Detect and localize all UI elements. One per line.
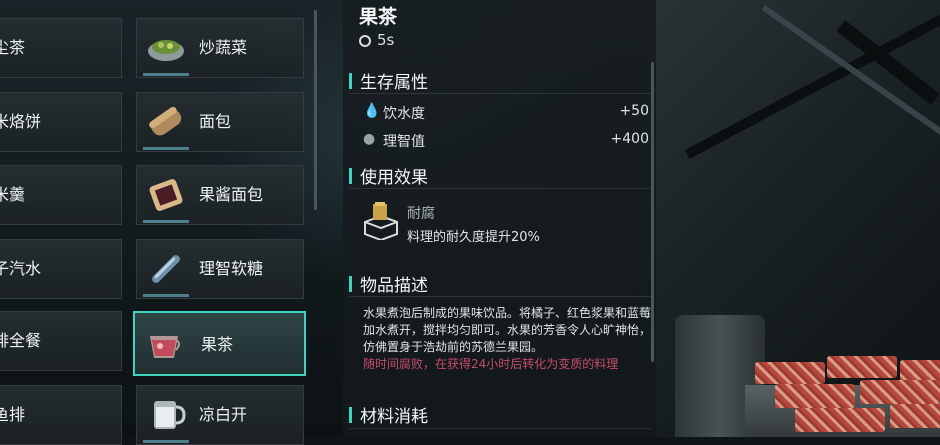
preserve-box-icon (361, 200, 401, 242)
scene-meat (827, 356, 897, 378)
recipe-grid: 星尘茶 玉米烙饼 玉米羹 橘子汽水 牛排全餐 煎鱼排 炒蔬菜 面包 果酱面包 (0, 0, 317, 445)
recipe-item[interactable]: 星尘茶 (0, 18, 122, 78)
section-effect: 使用效果 (349, 163, 428, 188)
recipe-item[interactable]: 果酱面包 (136, 165, 304, 225)
effect-description: 料理的耐久度提升20% (407, 230, 540, 245)
recipe-item-label: 面包 (199, 112, 232, 131)
recipe-item[interactable]: 理智软糖 (136, 239, 304, 299)
recipe-item-label: 凉白开 (199, 405, 248, 424)
recipe-item[interactable]: 橘子汽水 (0, 239, 122, 299)
recipe-item[interactable]: 炒蔬菜 (136, 18, 304, 78)
section-survival-title: 生存属性 (360, 73, 428, 93)
recipe-item-label: 果茶 (201, 335, 234, 354)
fruit-tea-icon (141, 321, 187, 367)
section-description-title: 物品描述 (360, 276, 428, 296)
kitchen-scene (655, 0, 940, 437)
divider (349, 428, 651, 429)
scene-meat (755, 362, 825, 384)
stir-fry-icon (143, 25, 189, 76)
section-materials: 材料消耗 (349, 402, 428, 427)
section-description: 物品描述 (349, 271, 428, 296)
grid-scrollbar[interactable] (314, 10, 317, 210)
section-materials-title: 材料消耗 (360, 407, 428, 427)
craft-time-value: 5s (377, 31, 395, 49)
jam-bread-icon (143, 172, 189, 223)
recipe-item[interactable]: 面包 (136, 92, 304, 152)
water-mug-icon (143, 392, 189, 443)
item-description: 水果煮泡后制成的果味饮品。将橘子、红色浆果和蓝莓加水煮开，搅拌均匀即可。水果的芳… (363, 306, 652, 354)
section-marker (349, 406, 352, 423)
spoil-warning: 随时间腐败，在获得24小时后转化为变质的料理 (363, 357, 619, 370)
recipe-item[interactable]: 牛排全餐 (0, 311, 122, 371)
scene-meat (890, 404, 940, 428)
scene-meat (775, 384, 855, 408)
recipe-item[interactable]: 煎鱼排 (0, 385, 122, 445)
stat-value: +400 (610, 131, 649, 147)
timer-icon (359, 35, 371, 47)
recipe-item-label: 煎鱼排 (0, 405, 26, 424)
section-marker (349, 167, 352, 184)
recipe-item[interactable]: 玉米烙饼 (0, 92, 122, 152)
section-survival: 生存属性 (349, 68, 428, 93)
recipe-item[interactable]: 玉米羹 (0, 165, 122, 225)
scene-meat (900, 360, 940, 382)
scene-meat (860, 380, 940, 404)
divider (349, 93, 651, 94)
bread-icon (143, 99, 189, 150)
item-detail-panel: 果茶 5s 生存属性 💧 饮水度 +50 ● 理智值 +400 使用效果 耐腐 … (343, 0, 656, 437)
recipe-item-label: 橘子汽水 (0, 259, 42, 278)
stat-value: +50 (619, 103, 649, 119)
effect-name: 耐腐 (407, 206, 435, 222)
recipe-item-selected[interactable]: 果茶 (133, 311, 306, 376)
recipe-item-label: 炒蔬菜 (199, 38, 248, 57)
brain-icon: ● (363, 131, 376, 147)
water-drop-icon: 💧 (363, 103, 381, 119)
recipe-item-label: 牛排全餐 (0, 331, 42, 350)
stat-label: 饮水度 (383, 106, 425, 122)
divider (349, 296, 651, 297)
section-marker (349, 275, 352, 292)
stat-row: 💧 饮水度 +50 (363, 103, 649, 123)
recipe-item-label: 玉米烙饼 (0, 112, 42, 131)
detail-scrollbar[interactable] (651, 62, 654, 362)
section-marker (349, 72, 352, 89)
recipe-item-label: 理智软糖 (199, 259, 264, 278)
candy-icon (143, 246, 189, 297)
divider (349, 188, 651, 189)
scene-meat (795, 408, 885, 432)
stat-row: ● 理智值 +400 (363, 131, 649, 151)
item-title: 果茶 (359, 6, 398, 28)
section-effect-title: 使用效果 (360, 168, 428, 188)
recipe-item-label: 玉米羹 (0, 185, 26, 204)
stat-label: 理智值 (383, 134, 425, 150)
recipe-item-label: 星尘茶 (0, 38, 26, 57)
recipe-item[interactable]: 凉白开 (136, 385, 304, 445)
recipe-item-label: 果酱面包 (199, 185, 264, 204)
craft-time: 5s (359, 31, 394, 49)
